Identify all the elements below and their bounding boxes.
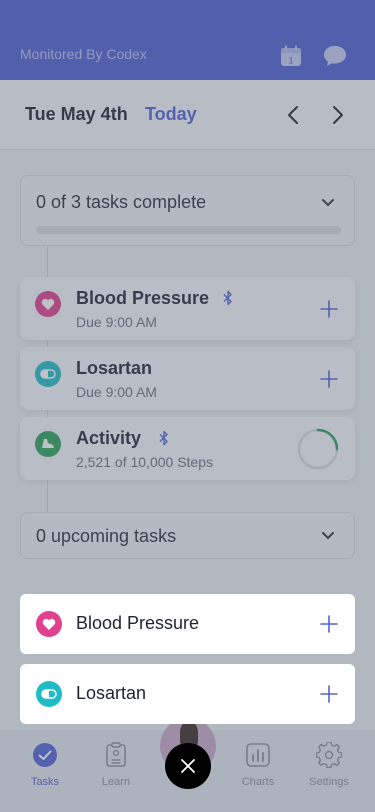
heart-icon	[36, 611, 62, 637]
pill-icon	[36, 681, 62, 707]
close-button[interactable]	[165, 743, 211, 789]
quick-add-blood-pressure[interactable]: Blood Pressure	[20, 594, 355, 654]
close-icon	[181, 759, 195, 773]
plus-icon[interactable]	[320, 615, 338, 633]
quick-add-losartan[interactable]: Losartan	[20, 664, 355, 724]
plus-icon[interactable]	[320, 685, 338, 703]
quick-add-label: Blood Pressure	[76, 613, 200, 633]
quick-add-label: Losartan	[76, 683, 147, 703]
